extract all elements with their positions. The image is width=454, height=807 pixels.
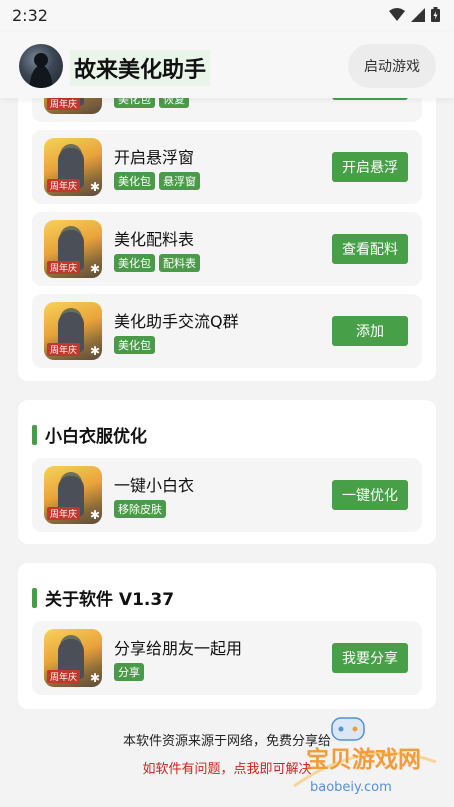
item-name: 美化助手交流Q群 [114, 312, 239, 331]
watermark: 宝贝游戏网 baobeiy.com [286, 716, 446, 804]
section-header: 关于软件 V1.37 [32, 585, 174, 610]
spark-icon: ✱ [89, 671, 100, 685]
list-item: 周年庆 ✱ 开启悬浮窗 美化包 悬浮窗 开启悬浮 [32, 130, 422, 204]
spark-icon: ✱ [89, 344, 100, 358]
list-item: 周年庆 ✱ 分享给朋友一起用 分享 我要分享 [32, 621, 422, 695]
wifi-icon [389, 7, 405, 21]
section-bar [32, 424, 37, 445]
game-icon: 周年庆 ✱ [44, 629, 102, 687]
anniversary-badge: 周年庆 [47, 343, 81, 356]
tag-chip: 美化包 [114, 172, 155, 190]
game-icon: 周年庆 ✱ [44, 220, 102, 278]
tag-chip: 美化包 [114, 336, 155, 354]
anniversary-badge: 周年庆 [47, 670, 81, 683]
add-group-button[interactable]: 添加 [332, 316, 408, 346]
share-button[interactable]: 我要分享 [332, 643, 408, 673]
about-card: 关于软件 V1.37 周年庆 ✱ 分享给朋友一起用 分享 我要分享 [18, 563, 436, 709]
section-title: 关于软件 V1.37 [45, 590, 175, 610]
list-item: 周年庆 ✱ 美化助手交流Q群 美化包 添加 [32, 294, 422, 368]
game-icon: 周年庆 ✱ [44, 138, 102, 196]
list-item: 周年庆 ✱ 美化配料表 美化包 配料表 查看配料 [32, 212, 422, 286]
status-time: 2:32 [12, 6, 48, 25]
app-bar: 故来美化助手 启动游戏 [0, 32, 454, 98]
section-title: 小白衣服优化 [45, 427, 147, 447]
game-icon: 周年庆 ✱ [44, 302, 102, 360]
watermark-url: baobeiy.com [310, 780, 392, 795]
watermark-text: 宝贝游戏网 [306, 747, 421, 773]
tag-chip: 配料表 [159, 254, 200, 272]
list-item: 周年庆 ✱ 一键小白衣 移除皮肤 一键优化 [32, 458, 422, 532]
launch-game-button[interactable]: 启动游戏 [348, 44, 436, 88]
item-name: 一键小白衣 [114, 476, 195, 495]
avatar[interactable] [19, 44, 63, 88]
app-title: 故来美化助手 [70, 50, 211, 86]
tag-chip: 移除皮肤 [114, 500, 166, 518]
anniversary-badge: 周年庆 [47, 261, 81, 274]
item-tags: 美化包 [114, 336, 155, 354]
section-header: 小白衣服优化 [32, 422, 147, 447]
section-bar [32, 587, 37, 608]
item-tags: 移除皮肤 [114, 500, 166, 518]
status-icons [389, 7, 440, 22]
spark-icon: ✱ [89, 508, 100, 522]
status-bar: 2:32 [0, 0, 454, 32]
anniversary-badge: 周年庆 [47, 507, 81, 520]
item-name: 美化配料表 [114, 230, 195, 249]
tag-chip: 分享 [114, 663, 144, 681]
open-float-window-button[interactable]: 开启悬浮 [332, 152, 408, 182]
item-name: 分享给朋友一起用 [114, 639, 243, 658]
battery-icon [431, 7, 440, 22]
tag-chip: 悬浮窗 [159, 172, 200, 190]
spark-icon: ✱ [89, 180, 100, 194]
signal-icon [411, 7, 425, 22]
tag-chip: 美化包 [114, 254, 155, 272]
optimize-card: 小白衣服优化 周年庆 ✱ 一键小白衣 移除皮肤 一键优化 [18, 400, 436, 544]
item-name: 开启悬浮窗 [114, 148, 195, 167]
one-click-optimize-button[interactable]: 一键优化 [332, 480, 408, 510]
anniversary-badge: 周年庆 [47, 179, 81, 192]
anniversary-badge: 周年庆 [47, 97, 81, 110]
view-ingredients-button[interactable]: 查看配料 [332, 234, 408, 264]
item-tags: 美化包 配料表 [114, 254, 200, 272]
game-icon: 周年庆 ✱ [44, 466, 102, 524]
item-tags: 分享 [114, 663, 144, 681]
item-tags: 美化包 悬浮窗 [114, 172, 200, 190]
spark-icon: ✱ [89, 262, 100, 276]
